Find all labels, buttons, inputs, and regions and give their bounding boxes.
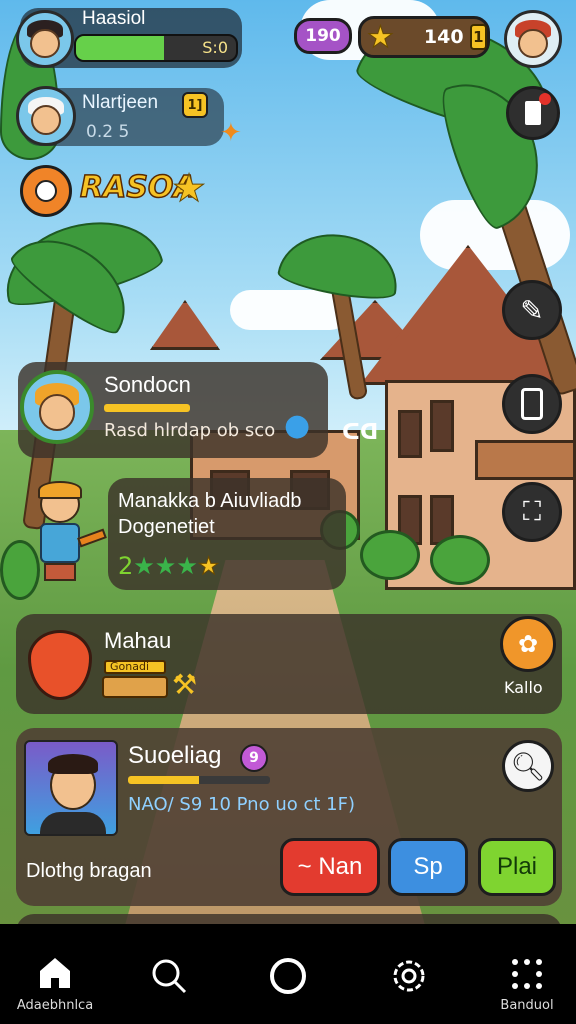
- stars-count: 140: [423, 26, 464, 48]
- gear-icon: [393, 960, 425, 992]
- profile-avatar-button[interactable]: [504, 10, 562, 68]
- nav-home-label: Adaebhnlca: [16, 998, 94, 1013]
- stars-pill[interactable]: ★ 140 1: [358, 16, 490, 58]
- player-avatar[interactable]: [16, 10, 74, 68]
- search-icon: 🔍︎: [510, 749, 546, 783]
- gems-count: 190: [305, 26, 341, 46]
- green-star-icon: ★: [133, 552, 155, 580]
- notification-button[interactable]: [506, 86, 560, 140]
- phone-icon: [521, 388, 543, 420]
- nan-button[interactable]: ~ Nan: [280, 838, 380, 896]
- market-action-label: Kallo: [504, 678, 543, 697]
- nav-more[interactable]: Banduol: [472, 924, 576, 1024]
- nav-search[interactable]: [114, 924, 224, 1024]
- profile-progress-bar: [128, 776, 270, 784]
- task-line-1: Manakka b Aiuvliadb: [118, 490, 302, 512]
- sp-button[interactable]: Sp: [388, 838, 468, 896]
- dots-grid-icon: [512, 959, 542, 989]
- notification-dot: [539, 93, 551, 105]
- wrench-icon: ✎: [520, 293, 544, 327]
- task-rating: 2★★★★: [118, 552, 220, 581]
- house-window: [398, 410, 422, 458]
- nav-more-label: Banduol: [500, 998, 554, 1013]
- home-icon: [40, 958, 70, 988]
- villager-character[interactable]: [28, 481, 107, 595]
- friend-level-badge: 1]: [182, 92, 208, 118]
- friend-avatar[interactable]: [16, 86, 76, 146]
- profile-badge: 9: [240, 744, 268, 772]
- quest-extra: ᑕꓷ: [342, 420, 379, 445]
- bottom-nav: Adaebhnlca Banduol: [0, 924, 576, 1024]
- player-name: Haasiol: [82, 8, 146, 29]
- gems-pill[interactable]: 190: [294, 18, 352, 54]
- search-icon: [152, 959, 187, 994]
- player-xp-bar: S:0: [74, 34, 238, 62]
- friend-name: Nlartjeen: [82, 92, 159, 113]
- gold-star-icon: ★: [197, 552, 220, 581]
- stars-badge: 1: [469, 24, 487, 50]
- profile-portrait[interactable]: [24, 740, 118, 836]
- nav-settings[interactable]: [354, 924, 464, 1024]
- house-window: [430, 400, 454, 452]
- star-icon: ★: [367, 19, 395, 55]
- quest-description: Rasd hlrdap ob sco: [104, 420, 276, 441]
- map-button[interactable]: ⛶: [502, 482, 562, 542]
- nav-home[interactable]: Adaebhnlca: [0, 924, 110, 1024]
- map-icon: ⛶: [522, 496, 542, 527]
- green-star-icon: ★★: [154, 552, 198, 580]
- friend-sub: 0.2 5: [86, 122, 130, 142]
- event-mascot-icon[interactable]: [20, 165, 72, 217]
- market-panel: [16, 614, 562, 714]
- build-tool-button[interactable]: ✎: [502, 280, 562, 340]
- market-title: Mahau: [104, 628, 172, 653]
- circle-icon: [270, 958, 306, 994]
- player-xp-fill: [76, 36, 164, 60]
- profile-title: Suoeliag: [128, 742, 222, 769]
- profile-footer: Dlothg bragan: [26, 860, 152, 882]
- profile-stats: NAO/ S9 10 Pno uo ct 1F): [128, 794, 355, 815]
- market-rune-icon: ⚒: [172, 668, 198, 701]
- quest-drop-icon: ●: [284, 408, 311, 443]
- play-button[interactable]: Plai: [478, 838, 556, 896]
- market-tag: Gonadi: [104, 660, 166, 674]
- quest-progress-bar: [104, 404, 190, 412]
- nav-center[interactable]: [233, 924, 343, 1024]
- bush: [360, 530, 420, 580]
- device-button[interactable]: [502, 374, 562, 434]
- note-icon: [525, 101, 541, 125]
- creature-icon: ✿: [517, 630, 539, 658]
- balcony: [475, 440, 576, 480]
- event-star-icon: ★: [171, 166, 207, 211]
- bush: [430, 535, 490, 585]
- player-xp-text: S:0: [202, 38, 228, 57]
- search-button[interactable]: 🔍︎: [502, 740, 554, 792]
- quest-title: Sondocn: [104, 372, 191, 397]
- market-crate-icon: [102, 676, 168, 698]
- task-line-2: Dogenetiet: [118, 516, 215, 538]
- market-action-button[interactable]: ✿: [500, 616, 556, 672]
- sparkle-icon: ✦: [220, 118, 242, 148]
- quest-avatar[interactable]: [20, 370, 94, 444]
